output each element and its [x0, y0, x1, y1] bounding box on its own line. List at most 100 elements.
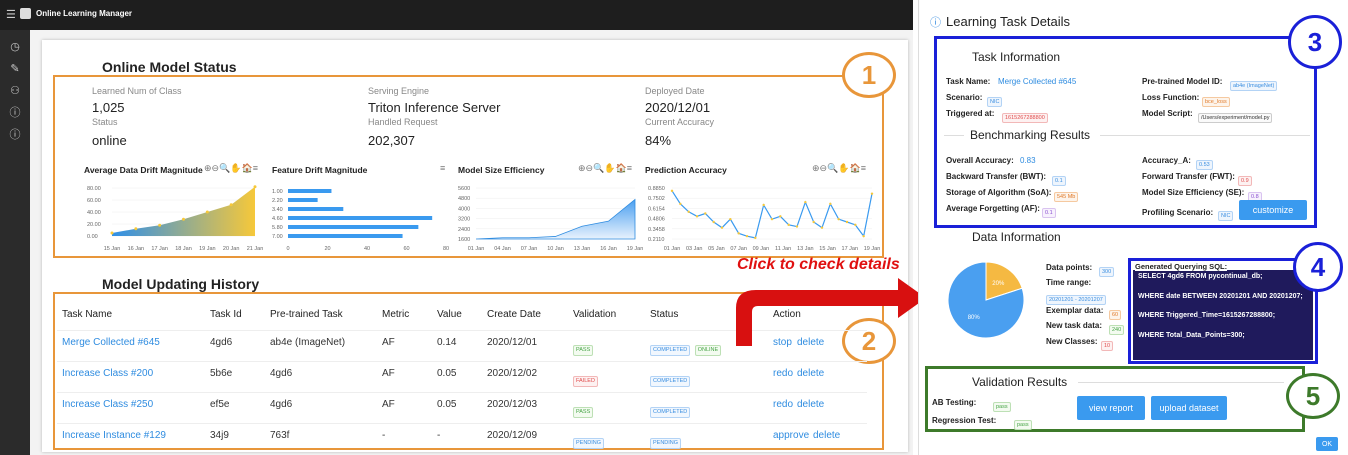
status-tag: COMPLETED [650, 345, 691, 356]
data-point [829, 202, 832, 206]
validation-tag: FAILED [573, 376, 598, 387]
pretrained-task: 4gd6 [270, 399, 293, 410]
nc-tag: 10 [1101, 337, 1114, 355]
tr-value: 20201201 - 20201207 [1046, 294, 1106, 305]
upload-dataset-button[interactable]: upload dataset [1151, 396, 1227, 420]
y-tick-label: 0.4806 [648, 217, 665, 223]
pretrained-task: ab4e (ImageNet) [270, 337, 346, 348]
nc-value: 10 [1101, 340, 1114, 351]
delete-link[interactable]: delete [797, 399, 824, 410]
task-id: ef5e [210, 399, 230, 410]
col-header: Create Date [487, 309, 541, 320]
x-tick-label: 10 Jan [547, 246, 564, 252]
data-point [134, 227, 138, 231]
task-name-link[interactable]: Increase Class #200 [62, 368, 153, 379]
acca-value: 0.53 [1196, 159, 1213, 170]
y-tick-label: 0.8850 [648, 186, 665, 192]
scenario-label: Scenario: [946, 93, 983, 102]
create-date: 2020/12/01 [487, 337, 538, 348]
y-tick-label: 2400 [458, 227, 470, 233]
panel-title: Learning Task Details [946, 14, 1071, 29]
x-tick-label: 01 Jan [664, 246, 681, 252]
callout-arrow [736, 278, 926, 346]
data-point [205, 210, 209, 214]
sql-line: WHERE Total_Data_Points=300; [1138, 332, 1245, 339]
view-report-button[interactable]: view report [1077, 396, 1145, 420]
x-tick-label: 16 Jan [128, 246, 145, 252]
value: 0.14 [437, 337, 457, 348]
task-name-value[interactable]: Merge Collected #645 [998, 77, 1076, 86]
script-value: /Users/experiment/model.py [1198, 112, 1273, 123]
y-tick-label: 1.00 [272, 189, 283, 195]
delete-link[interactable]: delete [813, 430, 840, 441]
data-info-title: Data Information [972, 230, 1061, 244]
x-tick-label: 13 Jan [574, 246, 591, 252]
data-point [787, 223, 790, 227]
y-tick-label: 1600 [458, 237, 470, 243]
x-tick-label: 15 Jan [819, 246, 836, 252]
y-tick-label: 0.2110 [648, 237, 664, 243]
data-point [229, 203, 233, 207]
badge-number: 4 [1310, 251, 1326, 282]
x-tick-label: 0 [286, 246, 289, 252]
data-point [795, 225, 799, 228]
x-tick-label: 16 Jan [600, 246, 617, 252]
ab-value: pass [993, 401, 1011, 412]
metric: AF [382, 368, 395, 379]
action-link[interactable]: redo [773, 368, 793, 379]
data-point [845, 220, 849, 224]
x-tick-label: 05 Jan [708, 246, 725, 252]
x-tick-label: 17 Jan [151, 246, 168, 252]
task-name-link[interactable]: Increase Class #250 [62, 399, 153, 410]
data-point [720, 226, 724, 229]
task-name-link[interactable]: Increase Instance #129 [62, 430, 166, 441]
bar [288, 207, 344, 211]
x-tick-label: 40 [364, 246, 370, 252]
y-tick-label: 0.00 [87, 234, 98, 240]
validation-tag: PENDING [573, 438, 605, 449]
bar [288, 189, 332, 193]
data-point [679, 202, 682, 206]
x-tick-label: 19 Jan [199, 246, 216, 252]
info-icon: ⓘ [930, 17, 941, 29]
y-tick-label: 4000 [458, 206, 470, 212]
metric: - [382, 430, 386, 441]
y-tick-label: 2.20 [272, 198, 283, 204]
soa-value: 545 Mb [1054, 191, 1079, 202]
ab-tag: pass [993, 398, 1011, 416]
y-tick-label: 4800 [458, 196, 470, 202]
data-point [704, 212, 707, 215]
task-id: 5b6e [210, 368, 233, 379]
pie-label: 80% [968, 315, 981, 321]
delete-link[interactable]: delete [797, 368, 824, 379]
value: 0.05 [437, 399, 457, 410]
y-tick-label: 0.6154 [648, 206, 665, 212]
action-link[interactable]: approve [773, 430, 809, 441]
badge-number: 5 [1305, 380, 1321, 411]
nc-label: New Classes: [1046, 337, 1098, 346]
x-tick-label: 09 Jan [753, 246, 770, 252]
bench-title: Benchmarking Results [970, 128, 1091, 142]
soa-label: Storage of Algorithm (SoA): [946, 188, 1052, 197]
af-label: Average Forgetting (AF): [946, 204, 1040, 213]
customize-button[interactable]: customize [1239, 200, 1307, 220]
action-link[interactable]: redo [773, 399, 793, 410]
ok-button[interactable]: OK [1316, 437, 1338, 451]
status-tag-cell: COMPLETED [650, 369, 691, 387]
y-tick-label: 4.60 [272, 216, 283, 222]
data-point [182, 217, 185, 221]
history-title: Model Updating History [102, 276, 260, 292]
x-tick-label: 03 Jan [686, 246, 703, 252]
x-tick-label: 20 [324, 246, 330, 252]
validation-tag-cell: PASS [573, 338, 594, 356]
task-name-link[interactable]: Merge Collected #645 [62, 337, 160, 348]
row-divider [57, 361, 867, 362]
scenario-value: NIC [987, 96, 1003, 107]
status-tag: COMPLETED [650, 407, 691, 418]
col-header: Pre-trained Task [270, 309, 343, 320]
y-tick-label: 0.3458 [648, 227, 665, 233]
callout-text: Click to check details [737, 256, 900, 273]
x-tick-label: 04 Jan [494, 246, 511, 252]
data-point [110, 231, 114, 235]
row-divider [57, 392, 867, 393]
